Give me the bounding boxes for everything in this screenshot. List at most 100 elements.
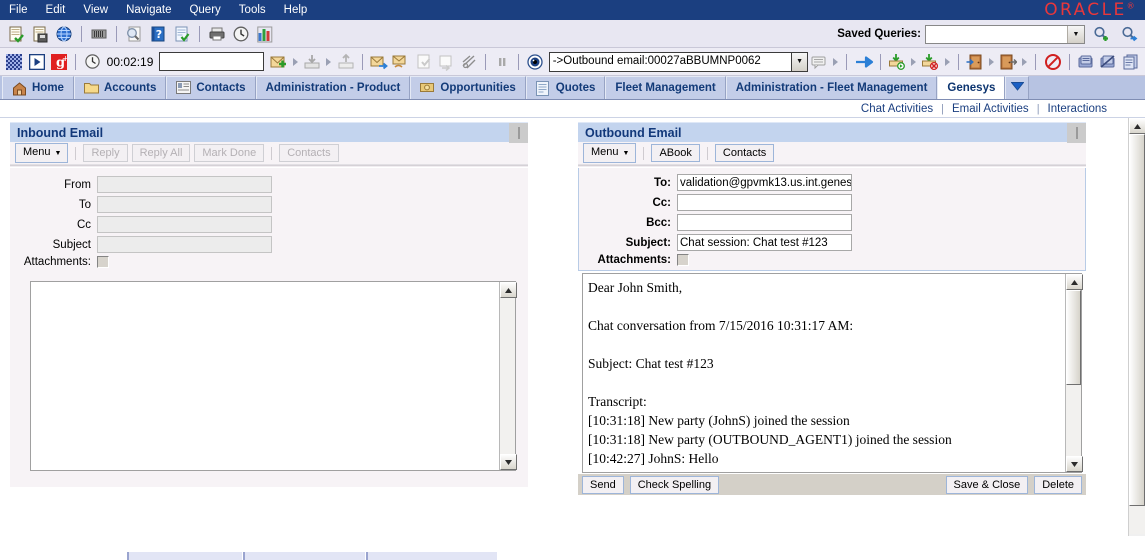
- reports-icon[interactable]: [254, 23, 276, 45]
- tab-contacts[interactable]: Contacts: [166, 76, 255, 99]
- not-ready-icon[interactable]: [1042, 51, 1062, 73]
- menu-file[interactable]: File: [0, 2, 37, 18]
- arrow-right-icon[interactable]: [989, 58, 994, 66]
- transfer-icon[interactable]: [369, 51, 389, 73]
- save-and-close-button[interactable]: Save & Close: [946, 476, 1029, 494]
- arrow-right-icon[interactable]: [326, 58, 331, 66]
- tab-quotes[interactable]: Quotes: [526, 76, 606, 99]
- tab-home[interactable]: Home: [2, 76, 74, 99]
- query-builder-icon[interactable]: [88, 23, 110, 45]
- login-media-icon[interactable]: [887, 51, 907, 73]
- genesys-g-icon[interactable]: g+: [49, 51, 69, 73]
- check-spelling-button[interactable]: Check Spelling: [630, 476, 719, 494]
- consult-icon[interactable]: [391, 51, 411, 73]
- outbound-to-field[interactable]: validation@gpvmk13.us.int.genesys: [677, 174, 852, 191]
- pref-off-icon[interactable]: [1098, 51, 1118, 73]
- history-icon[interactable]: [230, 23, 252, 45]
- menu-navigate[interactable]: Navigate: [117, 2, 180, 18]
- page-scrollbar[interactable]: [1128, 118, 1145, 536]
- tab-administration-fleet-management[interactable]: Administration - Fleet Management: [726, 76, 938, 99]
- add-query-icon[interactable]: [1090, 23, 1112, 45]
- eye-icon[interactable]: [525, 51, 545, 73]
- tasks-icon[interactable]: [171, 23, 193, 45]
- page-scroll-thumb[interactable]: [1129, 134, 1145, 506]
- chevron-down-icon[interactable]: ▼: [1067, 26, 1084, 43]
- help-icon[interactable]: ?: [147, 23, 169, 45]
- tab-opportunities[interactable]: Opportunities: [410, 76, 525, 99]
- arrow-right-icon[interactable]: [945, 58, 950, 66]
- view-link-interactions[interactable]: Interactions: [1040, 103, 1115, 115]
- new-email-icon[interactable]: [269, 51, 289, 73]
- tab-overflow-button[interactable]: [1005, 76, 1029, 99]
- outbound-subject-field[interactable]: Chat session: Chat test #123: [677, 234, 852, 251]
- bottom-tab-1[interactable]: [127, 552, 242, 560]
- inbound-attachments-checkbox[interactable]: [97, 256, 109, 268]
- tab-genesys[interactable]: Genesys: [937, 76, 1005, 99]
- inbound-to-field[interactable]: [97, 196, 272, 213]
- delete-button[interactable]: Delete: [1034, 476, 1082, 494]
- outbound-contacts-button[interactable]: Contacts: [715, 144, 774, 162]
- inbound-menu-button[interactable]: Menu▼: [15, 143, 68, 163]
- inbound-reply-button[interactable]: Reply: [83, 144, 127, 162]
- outbound-body-textarea[interactable]: Dear John Smith, Chat conversation from …: [582, 273, 1082, 473]
- bottom-tab-2[interactable]: [243, 552, 365, 560]
- menu-view[interactable]: View: [74, 2, 117, 18]
- outbound-collapse-handle[interactable]: [1067, 123, 1086, 143]
- interaction-combo[interactable]: ->Outbound email:00027aBBUMNP0062: [549, 52, 792, 72]
- scroll-down-icon[interactable]: [500, 454, 517, 470]
- arrow-right-icon[interactable]: [911, 58, 916, 66]
- outbound-cc-field[interactable]: [677, 194, 852, 211]
- new-record-icon[interactable]: [5, 23, 27, 45]
- page-scroll-up-icon[interactable]: [1129, 118, 1145, 134]
- tab-accounts[interactable]: Accounts: [74, 76, 166, 99]
- inbound-cc-field[interactable]: [97, 216, 272, 233]
- scroll-up-icon[interactable]: [1066, 274, 1083, 290]
- run-query-icon[interactable]: [1118, 23, 1140, 45]
- inbound-subject-field[interactable]: [97, 236, 272, 253]
- pref-icon[interactable]: [1076, 51, 1096, 73]
- arrow-right-icon[interactable]: [1022, 58, 1027, 66]
- logout-media-icon[interactable]: [920, 51, 940, 73]
- scroll-down-icon[interactable]: [1066, 456, 1083, 472]
- outbound-attachments-checkbox[interactable]: [677, 254, 689, 266]
- bottom-tab-3[interactable]: [366, 552, 497, 560]
- send-button[interactable]: Send: [582, 476, 624, 494]
- interaction-chevron-down-icon[interactable]: ▼: [792, 52, 808, 72]
- saved-queries-select[interactable]: ▼: [925, 25, 1085, 44]
- inbound-mark-done-button[interactable]: Mark Done: [194, 144, 264, 162]
- outbound-bcc-field[interactable]: [677, 214, 852, 231]
- summary-icon[interactable]: [1121, 51, 1141, 73]
- tab-administration-product[interactable]: Administration - Product: [256, 76, 411, 99]
- outbound-body-scrollbar[interactable]: [1065, 274, 1081, 472]
- scroll-track[interactable]: [500, 298, 515, 454]
- menu-edit[interactable]: Edit: [37, 2, 75, 18]
- scroll-up-icon[interactable]: [500, 282, 517, 298]
- page-scroll-track[interactable]: [1129, 506, 1145, 534]
- tab-fleet-management[interactable]: Fleet Management: [605, 76, 725, 99]
- inbound-body-scrollbar[interactable]: [499, 282, 515, 470]
- outbound-abook-button[interactable]: ABook: [651, 144, 699, 162]
- play-icon[interactable]: [26, 51, 46, 73]
- print-icon[interactable]: [206, 23, 228, 45]
- save-record-icon[interactable]: [29, 23, 51, 45]
- outbound-menu-button[interactable]: Menu▼: [583, 143, 636, 163]
- phone-number-input[interactable]: [159, 52, 263, 71]
- menu-help[interactable]: Help: [275, 2, 317, 18]
- scroll-track[interactable]: [1066, 385, 1081, 456]
- site-map-icon[interactable]: [53, 23, 75, 45]
- inbound-reply-all-button[interactable]: Reply All: [132, 144, 191, 162]
- checkerboard-icon[interactable]: [4, 51, 24, 73]
- inbound-body-textarea[interactable]: [30, 281, 516, 471]
- view-link-email-activities[interactable]: Email Activities: [944, 103, 1037, 115]
- inbound-from-field[interactable]: [97, 176, 272, 193]
- transfer-blue-icon[interactable]: [853, 51, 873, 73]
- logout-channel-icon[interactable]: [998, 51, 1018, 73]
- arrow-right-icon[interactable]: [293, 58, 298, 66]
- scroll-thumb[interactable]: [1066, 290, 1081, 385]
- inbound-contacts-button[interactable]: Contacts: [279, 144, 338, 162]
- menu-query[interactable]: Query: [180, 2, 229, 18]
- query-assistant-icon[interactable]: [123, 23, 145, 45]
- view-link-chat-activities[interactable]: Chat Activities: [853, 103, 941, 115]
- login-channel-icon[interactable]: [965, 51, 985, 73]
- inbound-collapse-handle[interactable]: [509, 123, 528, 143]
